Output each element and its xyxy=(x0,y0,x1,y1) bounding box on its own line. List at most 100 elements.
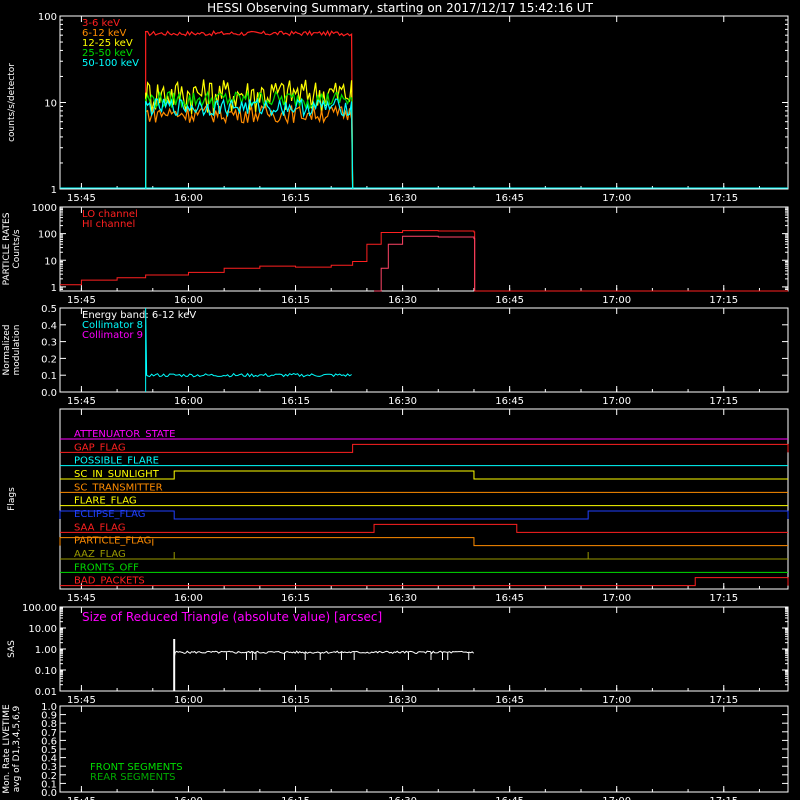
y-axis-label: avg of D1,3,4,5,6,9 xyxy=(12,705,22,792)
x-tick-label: 16:00 xyxy=(174,695,203,706)
flag-line xyxy=(59,510,789,520)
y-tick-label: 0.01 xyxy=(35,687,57,698)
flag-line xyxy=(60,470,788,480)
y-axis-label: Mon. Rate LIVETIME xyxy=(2,704,12,794)
x-tick-label: 16:30 xyxy=(388,193,417,204)
flag-label: POSSIBLE_FLARE xyxy=(74,456,159,467)
y-axis-label: SAS xyxy=(7,640,17,658)
x-tick-label: 16:15 xyxy=(281,593,310,604)
y-axis-label: counts/s/detector xyxy=(7,63,17,142)
x-tick-label: 16:15 xyxy=(281,396,310,407)
y-axis-label: Flags xyxy=(7,487,17,511)
x-tick-label: 16:00 xyxy=(174,396,203,407)
x-tick-label: 16:00 xyxy=(174,593,203,604)
x-tick-label: 15:45 xyxy=(67,695,96,706)
y-tick-label: 10 xyxy=(44,256,57,267)
y-tick-label: 10 xyxy=(44,99,57,110)
x-tick-label: 17:15 xyxy=(709,295,738,306)
y-tick-label: 0.3 xyxy=(41,338,57,349)
x-tick-label: 16:00 xyxy=(174,193,203,204)
series-LO-channel xyxy=(60,230,788,292)
flag-label: SC_IN_SUNLIGHT xyxy=(74,469,160,480)
y-tick-label: 1 xyxy=(51,283,57,294)
series-HI-channel xyxy=(374,235,476,292)
x-tick-label: 17:15 xyxy=(709,796,738,800)
y-tick-label: 0.4 xyxy=(41,321,57,332)
x-tick-label: 17:00 xyxy=(602,193,631,204)
y-tick-label: 0.0 xyxy=(41,388,57,399)
flag-label: BAD_PACKETS xyxy=(74,576,145,587)
panel-modulation: 0.0 0.1 0.2 0.3 0.4 0.5 15:45 16:00 16:15 16:30 16… xyxy=(2,304,789,407)
x-tick-label: 17:15 xyxy=(709,396,738,407)
x-tick-label: 15:45 xyxy=(67,796,96,800)
x-tick-label: 16:30 xyxy=(388,593,417,604)
panels: 1 10 100 15:45 16:00 16:15 16:30 16:45 17:00 17:1… xyxy=(2,12,789,800)
series-6-12-keV xyxy=(144,104,354,190)
x-tick-label: 17:00 xyxy=(602,295,631,306)
y-tick-label: 100 xyxy=(38,230,57,241)
x-tick-label: 16:00 xyxy=(174,295,203,306)
x-tick-label: 16:45 xyxy=(495,796,524,800)
y-tick-label: 0.2 xyxy=(41,354,57,365)
x-tick-label: 16:15 xyxy=(281,193,310,204)
flag-label: GAP_FLAG xyxy=(74,442,126,453)
y-tick-label: 1000 xyxy=(32,203,57,214)
x-tick-label: 15:45 xyxy=(67,295,96,306)
x-tick-label: 16:45 xyxy=(495,695,524,706)
figure-title: HESSI Observing Summary, starting on 201… xyxy=(207,1,593,15)
x-tick-label: 16:30 xyxy=(388,396,417,407)
y-tick-label: 0.10 xyxy=(35,666,57,677)
observing-summary-figure: HESSI Observing Summary, starting on 201… xyxy=(2,1,789,800)
y-tick-label: 100 xyxy=(38,12,57,23)
x-tick-label: 16:30 xyxy=(388,695,417,706)
x-tick-label: 16:45 xyxy=(495,295,524,306)
x-tick-label: 17:00 xyxy=(602,796,631,800)
sas-series xyxy=(173,650,475,658)
x-tick-label: 15:45 xyxy=(67,193,96,204)
x-tick-label: 16:00 xyxy=(174,796,203,800)
y-tick-label: 1.0 xyxy=(41,702,57,713)
x-tick-label: 16:45 xyxy=(495,593,524,604)
panel-frame xyxy=(59,206,789,292)
x-tick-label: 16:45 xyxy=(495,396,524,407)
x-tick-label: 16:15 xyxy=(281,295,310,306)
x-tick-label: 16:15 xyxy=(281,796,310,800)
y-tick-label: 100.00 xyxy=(22,603,57,614)
panel-livetime: 0.00.10.20.30.40.50.60.70.80.91.015:4516… xyxy=(2,702,789,800)
legend-entry: 50-100 keV xyxy=(82,58,139,69)
y-tick-label: 0.5 xyxy=(41,304,57,315)
flag-line xyxy=(60,577,789,587)
legend-entry: Size of Reduced Triangle (absolute value… xyxy=(82,610,382,624)
flag-label: ATTENUATOR_STATE xyxy=(74,429,175,440)
legend-entry: Collimator 9 xyxy=(82,330,143,341)
flag-line xyxy=(60,523,788,533)
panel-counts: 1 10 100 15:45 16:00 16:15 16:30 16:45 17:00 17:1… xyxy=(7,12,789,204)
y-tick-label: 10.00 xyxy=(28,624,57,635)
panel-flags: 15:45 16:00 16:15 16:30 16:45 17:00 17:15 Flags… xyxy=(7,408,789,604)
legend-entry: REAR SEGMENTS xyxy=(90,772,176,783)
flag-line xyxy=(60,443,789,453)
panel-sas: 0.01 0.10 1.00 10.00 100.00 15:45 16:00 16:15 16… xyxy=(7,603,789,706)
panel-particle: 1 10 100 1000 15:45 16:00 16:15 16:30 16:45 17:00… xyxy=(2,203,789,306)
x-tick-label: 17:15 xyxy=(709,695,738,706)
x-tick-label: 17:15 xyxy=(709,593,738,604)
x-tick-label: 17:00 xyxy=(602,593,631,604)
y-axis-label: Normalized xyxy=(2,324,12,375)
x-tick-label: 16:30 xyxy=(388,295,417,306)
y-axis-label: modulation xyxy=(12,325,22,376)
flag-label: FLARE_FLAG xyxy=(74,496,137,507)
y-tick-label: 0.1 xyxy=(41,371,57,382)
legend-entry: HI channel xyxy=(82,219,135,230)
y-tick-label: 1.00 xyxy=(35,645,57,656)
flag-line xyxy=(59,537,788,547)
x-tick-label: 15:45 xyxy=(67,593,96,604)
x-tick-label: 16:15 xyxy=(281,695,310,706)
y-tick-label: 1 xyxy=(51,185,57,196)
flag-label: FRONTS_OFF xyxy=(74,562,139,573)
x-tick-label: 17:00 xyxy=(602,396,631,407)
flag-label: AAZ_FLAG xyxy=(74,549,126,560)
x-tick-label: 17:00 xyxy=(602,695,631,706)
x-tick-label: 17:15 xyxy=(709,193,738,204)
x-tick-label: 16:30 xyxy=(388,796,417,800)
y-axis-label: PARTICLE RATES xyxy=(2,212,12,285)
